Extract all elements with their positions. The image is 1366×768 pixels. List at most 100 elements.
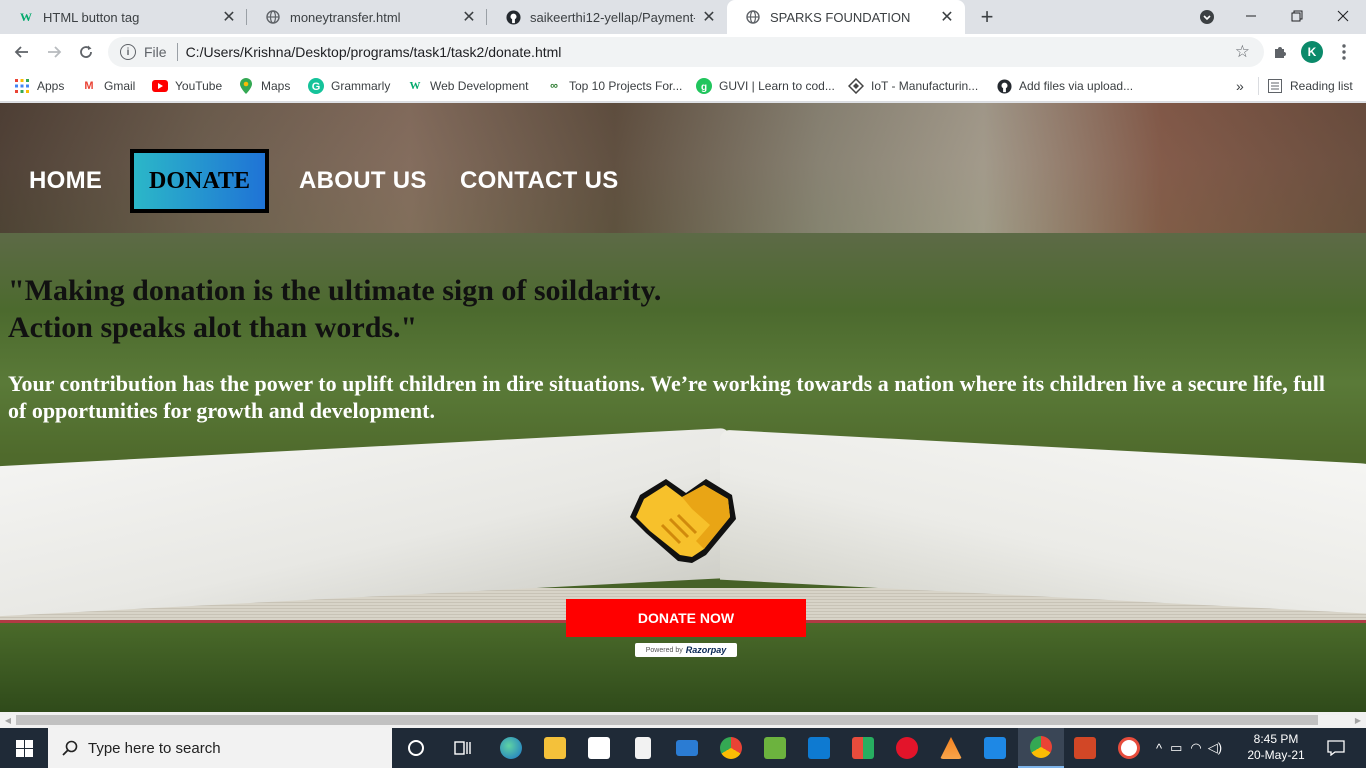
bookmark-maps[interactable]: Maps <box>238 76 290 96</box>
bookmark-apps[interactable]: Apps <box>14 76 64 96</box>
url-text[interactable]: C:/Users/Krishna/Desktop/programs/task1/… <box>186 44 562 60</box>
tab-moneytransfer[interactable]: moneytransfer.html ✕ <box>247 0 487 34</box>
restore-button[interactable] <box>1274 0 1320 32</box>
bookmark-label: Apps <box>37 79 65 93</box>
link-icon: ∞ <box>550 80 558 92</box>
taskbar-notepad[interactable] <box>620 728 666 768</box>
bookmark-web-development[interactable]: W Web Development <box>407 76 529 96</box>
w3schools-icon: W <box>409 80 421 92</box>
w3schools-icon: W <box>20 9 32 24</box>
close-icon[interactable]: ✕ <box>939 9 955 26</box>
taskbar-app-red[interactable] <box>1106 728 1152 768</box>
taskbar-store[interactable] <box>576 728 622 768</box>
taskbar-sheets[interactable] <box>752 728 798 768</box>
quote-line-2: Action speaks alot than words." <box>8 311 418 344</box>
taskbar-vlc[interactable] <box>928 728 974 768</box>
close-icon[interactable]: ✕ <box>221 9 237 26</box>
taskbar-powerpoint[interactable] <box>1062 728 1108 768</box>
action-center-button[interactable] <box>1316 728 1356 768</box>
taskbar-vscode[interactable] <box>972 728 1018 768</box>
nav-donate[interactable]: DONATE <box>130 149 269 213</box>
menu-button[interactable] <box>1332 40 1356 64</box>
app-icon <box>1118 737 1140 759</box>
new-tab-button[interactable]: + <box>974 4 1000 30</box>
close-window-button[interactable] <box>1320 0 1366 32</box>
donation-quote: "Making donation is the ultimate sign of… <box>8 272 908 346</box>
bookmark-gmail[interactable]: M Gmail <box>81 76 135 96</box>
minimize-button[interactable] <box>1228 0 1274 32</box>
maps-pin-icon <box>238 78 254 94</box>
bookmark-label: GUVI | Learn to cod... <box>719 79 835 93</box>
chevron-up-icon[interactable]: ^ <box>1156 741 1162 756</box>
taskbar-app-blue[interactable] <box>796 728 842 768</box>
bookmark-iot[interactable]: IoT - Manufacturin... <box>848 76 978 96</box>
close-icon[interactable]: ✕ <box>701 9 717 26</box>
edge-icon <box>500 737 522 759</box>
scroll-right-icon[interactable]: ▶ <box>1350 712 1366 728</box>
chrome-icon <box>720 737 742 759</box>
tab-sparks-foundation[interactable]: SPARKS FOUNDATION ✕ <box>727 0 965 34</box>
nav-contact-us[interactable]: CONTACT US <box>460 149 619 213</box>
nav-about-us[interactable]: ABOUT US <box>299 149 427 213</box>
taskbar-opera[interactable] <box>884 728 930 768</box>
nav-home[interactable]: HOME <box>29 149 102 213</box>
taskbar-office[interactable] <box>840 728 886 768</box>
bookmark-guvi[interactable]: g GUVI | Learn to cod... <box>696 76 835 96</box>
reading-list-icon <box>1267 78 1283 94</box>
taskbar-chrome[interactable] <box>708 728 754 768</box>
bookmark-add-files[interactable]: Add files via upload... <box>996 76 1133 96</box>
close-icon[interactable]: ✕ <box>461 9 477 26</box>
grammarly-icon: G <box>308 78 324 94</box>
address-bar[interactable]: i File C:/Users/Krishna/Desktop/programs… <box>108 37 1264 67</box>
horizontal-scrollbar[interactable]: ◀ ▶ <box>0 712 1366 728</box>
app-icon <box>808 737 830 759</box>
search-icon <box>62 740 78 756</box>
info-icon[interactable]: i <box>120 44 136 60</box>
forward-button[interactable] <box>41 39 67 65</box>
diamond-icon <box>848 78 864 94</box>
chrome-icon <box>1030 736 1052 758</box>
contribution-text: Your contribution has the power to uplif… <box>8 371 1326 423</box>
taskbar-chrome-active[interactable] <box>1018 728 1064 768</box>
bookmark-star-icon[interactable]: ☆ <box>1235 42 1250 62</box>
search-placeholder: Type here to search <box>88 739 221 757</box>
tab-payment-gateway[interactable]: saikeerthi12-yellap/Payment-gat ✕ <box>487 0 727 34</box>
razorpay-badge[interactable]: Powered by Razorpay <box>635 643 737 657</box>
profile-button[interactable]: K <box>1300 40 1324 64</box>
wifi-icon[interactable]: ◠ <box>1190 740 1201 756</box>
clock-date: 20-May-21 <box>1247 748 1305 762</box>
taskbar-clock[interactable]: 8:45 PM 20-May-21 <box>1244 731 1308 763</box>
avatar: K <box>1301 41 1323 63</box>
guvi-icon: g <box>696 78 712 94</box>
tab-html-button-tag[interactable]: W HTML button tag ✕ <box>0 0 247 34</box>
browser-toolbar: i File C:/Users/Krishna/Desktop/programs… <box>0 34 1366 70</box>
cortana-button[interactable] <box>393 728 439 768</box>
scrollbar-thumb[interactable] <box>16 715 1318 725</box>
start-button[interactable] <box>0 728 48 768</box>
volume-icon[interactable]: ◁) <box>1208 740 1222 756</box>
scroll-left-icon[interactable]: ◀ <box>0 712 16 728</box>
gmail-icon: M <box>84 80 94 92</box>
donate-now-button[interactable]: DONATE NOW <box>566 599 806 637</box>
task-view-button[interactable] <box>440 728 486 768</box>
battery-icon[interactable]: ▭ <box>1170 740 1182 756</box>
extensions-button[interactable] <box>1268 40 1292 64</box>
bookmark-grammarly[interactable]: G Grammarly <box>308 76 390 96</box>
taskbar-search[interactable]: Type here to search <box>48 728 392 768</box>
puzzle-icon <box>1275 47 1286 58</box>
scheme-label: File <box>144 44 167 60</box>
bookmark-top10-projects[interactable]: ∞ Top 10 Projects For... <box>546 76 682 96</box>
reload-icon <box>80 45 92 58</box>
quote-line-1: "Making donation is the ultimate sign of… <box>8 274 662 307</box>
bookmark-youtube[interactable]: YouTube <box>152 76 222 96</box>
notification-icon <box>1327 740 1345 756</box>
bookmark-label: Add files via upload... <box>1019 79 1134 93</box>
back-button[interactable] <box>9 39 35 65</box>
bookmarks-overflow-button[interactable]: » <box>1236 76 1244 96</box>
taskbar-edge[interactable] <box>488 728 534 768</box>
reload-button[interactable] <box>73 39 99 65</box>
reading-list-button[interactable]: Reading list <box>1258 76 1353 96</box>
taskbar-file-explorer[interactable] <box>532 728 578 768</box>
taskbar-mail[interactable] <box>664 728 710 768</box>
tab-search-button[interactable] <box>1197 7 1217 27</box>
